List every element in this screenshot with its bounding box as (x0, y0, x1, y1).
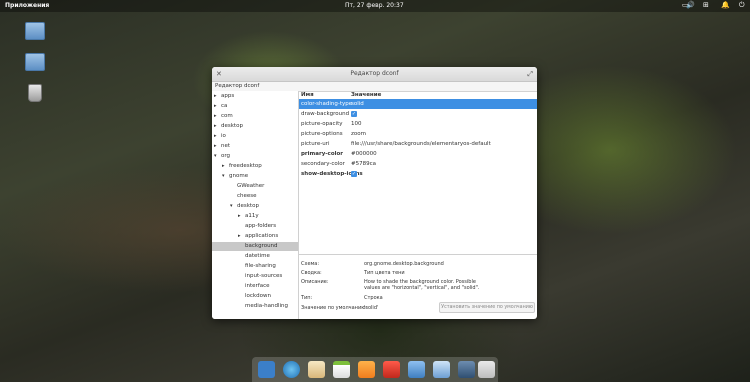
tree-node-com[interactable]: ▸ com (214, 112, 233, 121)
key-name: picture-options (301, 131, 343, 137)
key-value[interactable]: ✓ (351, 169, 357, 179)
tree-node-net[interactable]: ▸ net (214, 142, 230, 151)
tree-node-a11y[interactable]: ▸ a11y (238, 212, 259, 221)
key-name: draw-background (301, 111, 350, 117)
tree-node-apps[interactable]: ▸ apps (214, 92, 234, 101)
window-title: Редактор dconf (350, 70, 399, 77)
photos-icon[interactable] (408, 361, 425, 378)
key-info-panel: Схема: org.gnome.desktop.background Свод… (299, 254, 537, 319)
keys-table: Имя Значение color-shading-type solid dr… (299, 91, 537, 254)
key-name: picture-opacity (301, 121, 343, 127)
tree-node-gweather[interactable]: GWeather (230, 182, 264, 191)
key-value[interactable]: solid (351, 99, 364, 109)
key-value[interactable]: 100 (351, 119, 362, 129)
notifications-icon[interactable]: 🔔 (721, 1, 730, 9)
tree-node-lockdown[interactable]: lockdown (238, 292, 271, 301)
table-row[interactable]: secondary-color #5789ca (299, 159, 537, 169)
tree-node-desktop-sub[interactable]: ▾ desktop (230, 202, 259, 211)
key-name: picture-uri (301, 141, 330, 147)
tree-node-io[interactable]: ▸ io (214, 132, 226, 141)
tree-node-org[interactable]: ▾ org (214, 152, 230, 161)
multitasking-view-icon[interactable] (258, 361, 275, 378)
panel-clock[interactable]: Пт, 27 февр. 20:37 (345, 2, 404, 9)
trash-icon[interactable] (28, 84, 42, 102)
key-value[interactable]: #5789ca (351, 159, 376, 169)
network-icon[interactable]: ⊞ (703, 1, 709, 9)
dconf-editor-window: ✕ Редактор dconf ⤢ Редактор dconf ▸ apps … (212, 67, 537, 319)
key-value[interactable]: zoom (351, 129, 366, 139)
titlebar: ✕ Редактор dconf ⤢ (212, 67, 537, 82)
table-row[interactable]: picture-opacity 100 (299, 119, 537, 129)
set-default-button[interactable]: Установить значение по умолчанию (439, 302, 535, 313)
tree-node-interface[interactable]: interface (238, 282, 270, 291)
key-value[interactable]: #000000 (351, 149, 377, 159)
tree-node-input-sources[interactable]: input-sources (238, 272, 282, 281)
web-browser-icon[interactable] (283, 361, 300, 378)
dock (252, 357, 498, 382)
top-panel: Приложения Пт, 27 февр. 20:37 ▭ 🔊 ⊞ 🔔 ⏻ (0, 0, 750, 12)
table-row[interactable]: color-shading-type solid (299, 99, 537, 109)
settings-icon[interactable] (433, 361, 450, 378)
key-value[interactable]: file:///usr/share/backgrounds/elementary… (351, 139, 491, 149)
schema-tree[interactable]: ▸ apps ▸ ca ▸ com ▸ desktop ▸ io ▸ net ▾ org ▸ f… (212, 91, 299, 319)
table-row[interactable]: picture-options zoom (299, 129, 537, 139)
tree-node-media-handling[interactable]: media-handling (238, 302, 288, 311)
app-center-icon[interactable] (458, 361, 475, 378)
tree-node-applications[interactable]: ▸ applications (238, 232, 278, 241)
desktop-folder-icon[interactable] (25, 53, 45, 71)
tree-node-datetime[interactable]: datetime (238, 252, 270, 261)
tree-node-gnome[interactable]: ▾ gnome (222, 172, 248, 181)
tree-node-file-sharing[interactable]: file-sharing (238, 262, 276, 271)
key-name: color-shading-type (301, 101, 353, 107)
table-row[interactable]: picture-uri file:///usr/share/background… (299, 139, 537, 149)
checkbox-checked-icon[interactable]: ✓ (351, 170, 357, 177)
tree-node-freedesktop[interactable]: ▸ freedesktop (222, 162, 262, 171)
key-value[interactable]: ✓ (351, 109, 357, 119)
column-header-value[interactable]: Значение (351, 91, 381, 99)
key-name: secondary-color (301, 161, 345, 167)
mail-icon[interactable] (308, 361, 325, 378)
dconf-editor-dock-icon[interactable] (478, 361, 495, 378)
tree-node-app-folders[interactable]: app-folders (238, 222, 276, 231)
volume-icon[interactable]: 🔊 (686, 1, 695, 9)
applications-menu[interactable]: Приложения (5, 2, 49, 9)
desktop-folder-icon[interactable] (25, 22, 45, 40)
power-icon[interactable]: ⏻ (739, 1, 745, 10)
calendar-icon[interactable] (333, 361, 350, 378)
tree-node-cheese[interactable]: cheese (230, 192, 257, 201)
music-icon[interactable] (358, 361, 375, 378)
tree-node-desktop[interactable]: ▸ desktop (214, 122, 243, 131)
table-row[interactable]: draw-background ✓ (299, 109, 537, 119)
videos-icon[interactable] (383, 361, 400, 378)
key-name: primary-color (301, 151, 343, 157)
column-header-name[interactable]: Имя (301, 91, 314, 99)
maximize-icon[interactable]: ⤢ (527, 70, 533, 79)
table-row[interactable]: show-desktop-icons ✓ (299, 169, 537, 179)
tree-node-background[interactable]: background (212, 242, 298, 251)
checkbox-checked-icon[interactable]: ✓ (351, 110, 357, 117)
tree-node-ca[interactable]: ▸ ca (214, 102, 227, 111)
table-row[interactable]: primary-color #000000 (299, 149, 537, 159)
